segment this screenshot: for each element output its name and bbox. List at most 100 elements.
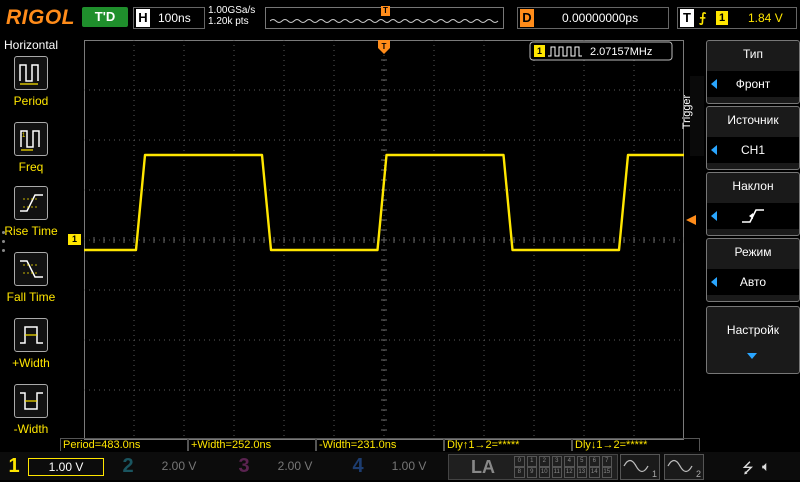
trigger-sweep-button[interactable]: Режим Авто	[706, 238, 800, 302]
la-bit: 10	[539, 467, 550, 478]
channel-1-marker-label: 1	[71, 234, 77, 244]
trigger-position-label: T	[382, 42, 387, 51]
trigger-setup-button[interactable]: Настройк	[706, 306, 800, 374]
usb-icon: ⭍	[742, 460, 754, 476]
trigger-status[interactable]: T ⨍ 1 1.84 V	[677, 7, 797, 29]
channel-4-number: 4	[352, 455, 364, 477]
measure-label: +Width	[12, 356, 50, 370]
chevron-down-icon	[747, 353, 757, 359]
measure-positive-width-button[interactable]: +Width	[0, 318, 62, 382]
frequency-icon: 1	[14, 122, 48, 156]
trigger-slope-button[interactable]: Наклон	[706, 172, 800, 236]
trigger-setup-title: Настройк	[726, 323, 780, 337]
la-bit: 0	[514, 456, 525, 467]
horizontal-timebase[interactable]: H 100ns	[133, 7, 205, 29]
channel-3-tab[interactable]: 3 2.00 V	[232, 454, 336, 478]
horizontal-delay[interactable]: D 0.00000000ps	[517, 7, 669, 29]
measurement-results: Period=483.0ns +Width=252.0ns -Width=231…	[60, 438, 700, 452]
la-bit: 13	[576, 467, 587, 478]
trigger-source-badge: 1	[716, 11, 728, 25]
frequency-counter: 1 2.07157MHz	[529, 41, 673, 61]
speaker-icon[interactable]: 🔈︎	[762, 458, 770, 475]
measure-period-button[interactable]: Period	[0, 56, 62, 120]
counter-channel: 1	[537, 46, 542, 56]
measure-label: Fall Time	[6, 290, 56, 304]
trigger-slope-value	[707, 203, 799, 229]
channel-4-tab[interactable]: 4 1.00 V	[346, 454, 450, 478]
generator-1-number: 1	[651, 469, 657, 479]
trigger-menu: Trigger Тип Фронт Источник CH1 Наклон Ре…	[681, 36, 800, 456]
measure-label: Period	[13, 94, 49, 108]
trigger-menu-tab[interactable]: Trigger	[681, 76, 704, 156]
measurement-positive-width[interactable]: +Width=252.0ns	[188, 438, 316, 451]
fall-time-icon	[14, 252, 48, 286]
horizontal-letter: H	[136, 9, 150, 27]
measure-rise-time-button[interactable]: Rise Time	[0, 186, 62, 250]
delay-letter: D	[520, 9, 534, 27]
select-arrow-icon	[711, 211, 717, 221]
measure-menu: Horizontal Period 1 Freq Rise Time Fall …	[0, 36, 62, 456]
trigger-menu-tab-label: Trigger	[681, 94, 694, 130]
trigger-source-value: CH1	[707, 137, 799, 163]
select-arrow-icon	[711, 79, 717, 89]
measurement-period[interactable]: Period=483.0ns	[60, 438, 188, 451]
la-bit: 14	[589, 467, 600, 478]
memory-waveform-icon	[270, 19, 499, 23]
status-bar: RIGOL T'D H 100ns 1.00GSa/s 1.20k pts T …	[0, 0, 800, 36]
measure-category-title: Horizontal	[3, 38, 59, 52]
run-status-badge[interactable]: T'D	[82, 7, 128, 27]
select-arrow-icon	[711, 145, 717, 155]
la-bit: 9	[526, 467, 537, 478]
la-bit: 1	[526, 456, 537, 467]
trigger-level-marker[interactable]	[686, 215, 696, 225]
channel-1-ground-marker[interactable]: 1	[68, 234, 81, 245]
measurement-negative-width[interactable]: -Width=231.0ns	[316, 438, 444, 451]
rising-edge-icon	[742, 209, 764, 223]
waveform-display[interactable]: T 1 2.07157MHz	[84, 40, 684, 440]
measurement-fall-delay[interactable]: Dly↓1→2=*****	[572, 438, 700, 451]
channel-1-scale: 1.00 V	[28, 458, 104, 476]
la-bit: 6	[589, 456, 600, 467]
la-bit: 2	[539, 456, 550, 467]
measurement-rise-delay[interactable]: Dly↑1→2=*****	[444, 438, 572, 451]
generator-2-tab[interactable]: 2	[664, 454, 704, 480]
positive-width-icon	[14, 318, 48, 352]
rise-time-icon	[14, 186, 48, 220]
channel-4-scale: 1.00 V	[391, 459, 427, 473]
sine-wave-icon	[623, 459, 649, 473]
trigger-source-button[interactable]: Источник CH1	[706, 106, 800, 170]
measure-negative-width-button[interactable]: -Width	[0, 384, 62, 448]
delay-value: 0.00000000ps	[562, 11, 639, 25]
trigger-position-marker[interactable]: T	[378, 40, 390, 54]
memory-overview-bar[interactable]: T	[265, 6, 504, 29]
la-channel-bits: 01234567 8 9 10 11 12 13 14 15	[513, 456, 613, 478]
la-bit: 12	[564, 467, 575, 478]
channel-bar: 1 1.00 V 2 2.00 V 3 2.00 V 4 1.00 V LA 0…	[0, 452, 800, 480]
measure-label: Freq	[18, 160, 44, 174]
la-bit: 8	[514, 467, 525, 478]
channel-1-number: 1	[8, 455, 20, 477]
trigger-type-value: Фронт	[707, 71, 799, 97]
measure-frequency-button[interactable]: 1 Freq	[0, 122, 62, 186]
trigger-source-title: Источник	[727, 113, 779, 127]
generator-1-tab[interactable]: 1	[620, 454, 660, 480]
trigger-sweep-value: Авто	[707, 269, 799, 295]
la-bit: 15	[601, 467, 612, 478]
measure-label: Rise Time	[4, 224, 58, 238]
trigger-edge-icon: ⨍	[699, 10, 707, 25]
trigger-level-value: 1.84 V	[748, 11, 783, 25]
select-arrow-icon	[711, 277, 717, 287]
la-bit: 4	[564, 456, 575, 467]
rigol-logo: RIGOL	[6, 6, 75, 29]
channel-1-tab[interactable]: 1 1.00 V	[2, 454, 106, 478]
channel-3-scale: 2.00 V	[277, 459, 313, 473]
channel-2-scale: 2.00 V	[161, 459, 197, 473]
negative-width-icon	[14, 384, 48, 418]
trigger-type-button[interactable]: Тип Фронт	[706, 40, 800, 104]
counter-value: 2.07157MHz	[590, 46, 652, 58]
timebase-value: 100ns	[158, 11, 191, 25]
logic-analyzer-tab[interactable]: LA 01234567 8 9 10 11 12 13 14 15	[448, 454, 618, 480]
channel-2-tab[interactable]: 2 2.00 V	[116, 454, 220, 478]
trigger-sweep-title: Режим	[734, 245, 772, 259]
measure-fall-time-button[interactable]: Fall Time	[0, 252, 62, 316]
